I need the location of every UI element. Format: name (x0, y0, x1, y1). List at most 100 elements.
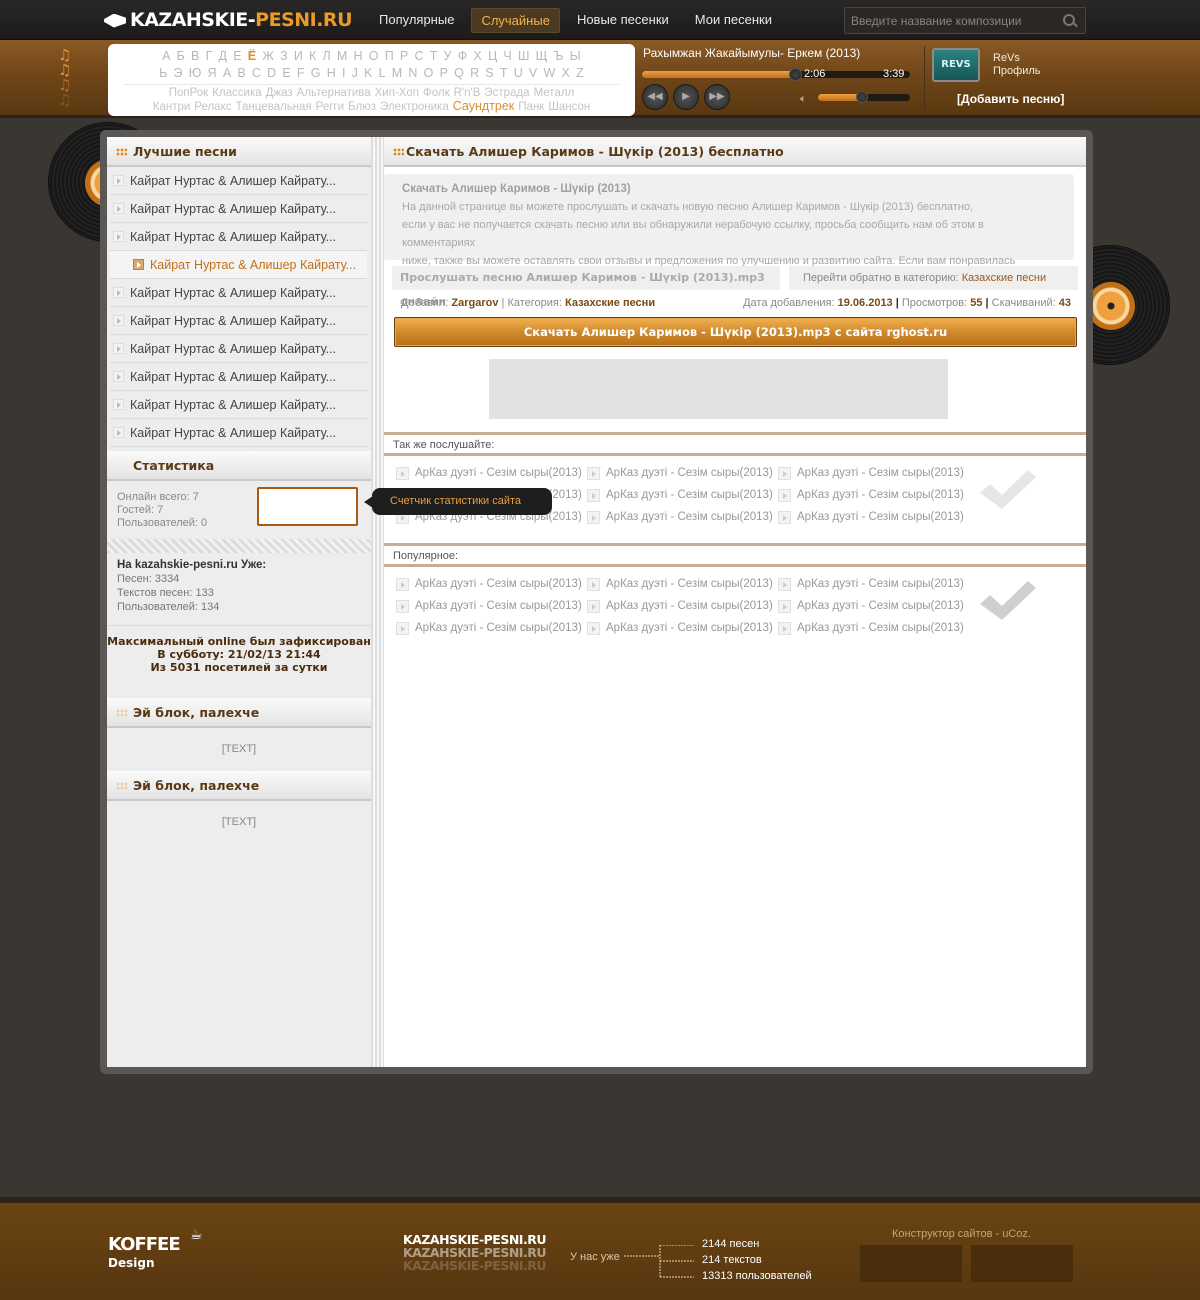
letter-link[interactable]: B (237, 66, 246, 80)
profile-link[interactable]: Профиль (993, 65, 1041, 77)
list-item[interactable]: Кайрат Нуртас & Алишер Кайрату... (110, 419, 367, 447)
list-item[interactable]: АрКаз дуэті - Сезім сыры(2013) (587, 465, 778, 482)
genre-link[interactable]: Панк (518, 101, 544, 113)
letter-link[interactable]: O (424, 66, 434, 80)
list-item[interactable]: АрКаз дуэті - Сезім сыры(2013) (778, 620, 969, 637)
list-item[interactable]: Кайрат Нуртас & Алишер Кайрату... (110, 195, 367, 223)
letter-link[interactable]: Ц (488, 49, 497, 63)
letter-link[interactable]: E (282, 66, 291, 80)
letter-link[interactable]: S (485, 66, 494, 80)
footer-logo[interactable]: KAZAHSKIE-PESNI.RU KAZAHSKIE-PESNI.RU KA… (403, 1233, 546, 1272)
genre-link[interactable]: Танцевальная (236, 101, 312, 113)
genre-link[interactable]: Шансон (548, 101, 590, 113)
list-item[interactable]: АрКаз дуэті - Сезім сыры(2013) (778, 598, 969, 615)
listen-online-button[interactable]: Прослушать песню Алишер Каримов - Шүкір … (392, 266, 780, 308)
letter-link[interactable]: Т (430, 49, 438, 63)
list-item[interactable]: АрКаз дуэті - Сезім сыры(2013) (587, 509, 778, 526)
list-item[interactable]: АрКаз дуэті - Сезім сыры(2013) (587, 620, 778, 637)
genre-link[interactable]: Электроника (380, 101, 449, 113)
letter-link[interactable]: Ъ (554, 49, 564, 63)
letter-link[interactable]: Ч (503, 49, 512, 63)
nav-popular[interactable]: Популярные (370, 8, 463, 33)
letter-link[interactable]: F (297, 66, 305, 80)
genre-link[interactable]: Хип-Хоп (375, 87, 419, 99)
letter-link[interactable]: З (280, 49, 288, 63)
footer-banner[interactable] (860, 1245, 962, 1282)
letter-link[interactable]: Ш (518, 49, 530, 63)
letter-link[interactable]: Ж (262, 49, 274, 63)
letter-link[interactable]: Щ (536, 49, 548, 63)
letter-link[interactable]: К (309, 49, 316, 63)
letter-link[interactable]: Н (354, 49, 363, 63)
genre-link[interactable]: Регги (316, 101, 344, 113)
letter-link[interactable]: I (342, 66, 346, 80)
letter-link[interactable]: Я (208, 66, 217, 80)
letter-link[interactable]: G (311, 66, 321, 80)
site-logo[interactable]: KAZAHSKIE-PESNI.RU (104, 7, 352, 33)
genre-link[interactable]: Саундтрек (453, 99, 515, 113)
letter-link[interactable]: K (364, 66, 373, 80)
uploader-link[interactable]: Zargarov (451, 297, 498, 309)
genre-link[interactable]: Фолк (423, 87, 450, 99)
search-icon[interactable] (1063, 14, 1075, 26)
letter-link[interactable]: Ю (189, 66, 202, 80)
list-item[interactable]: АрКаз дуэті - Сезім сыры(2013) (587, 487, 778, 504)
next-button[interactable]: ▶▶ (704, 84, 730, 110)
list-item[interactable]: АрКаз дуэті - Сезім сыры(2013) (778, 465, 969, 482)
letter-link[interactable]: Е (233, 49, 242, 63)
genre-link[interactable]: Блюз (348, 101, 376, 113)
list-item[interactable]: Кайрат Нуртас & Алишер Кайрату... (110, 307, 367, 335)
user-name[interactable]: ReVs (993, 52, 1020, 64)
avatar[interactable]: REVS (932, 48, 980, 82)
genre-link[interactable]: Джаз (266, 87, 293, 99)
list-item[interactable]: АрКаз дуэті - Сезім сыры(2013) (396, 465, 587, 482)
category-link[interactable]: Казахские песни (962, 272, 1046, 284)
letter-link[interactable]: У (444, 49, 452, 63)
letter-link[interactable]: L (379, 66, 386, 80)
volume-handle[interactable] (856, 91, 868, 103)
list-item[interactable]: Кайрат Нуртас & Алишер Кайрату... (110, 223, 367, 251)
download-button[interactable]: Скачать Алишер Каримов - Шүкір (2013).mp… (394, 317, 1077, 347)
letter-link[interactable]: Г (206, 49, 213, 63)
list-item[interactable]: АрКаз дуэті - Сезім сыры(2013) (396, 576, 587, 593)
letter-link[interactable]: T (500, 66, 508, 80)
list-item[interactable]: АрКаз дуэті - Сезім сыры(2013) (778, 487, 969, 504)
genre-link[interactable]: Релакс (194, 101, 231, 113)
genre-link[interactable]: Кантри (153, 101, 191, 113)
nav-random[interactable]: Случайные (471, 8, 560, 33)
letter-link[interactable]: А (162, 49, 171, 63)
progress-bar[interactable] (642, 68, 910, 81)
genre-link[interactable]: Альтернатива (297, 87, 371, 99)
list-item[interactable]: АрКаз дуэті - Сезім сыры(2013) (778, 509, 969, 526)
letter-link[interactable]: Д (219, 49, 228, 63)
letter-link[interactable]: Р (400, 49, 409, 63)
letter-link[interactable]: Ы (570, 49, 581, 63)
search-input[interactable] (845, 8, 1055, 33)
letter-link[interactable]: D (267, 66, 276, 80)
letter-link[interactable]: X (561, 66, 570, 80)
nav-new[interactable]: Новые песенки (568, 8, 678, 33)
letter-link[interactable]: Ё (248, 49, 257, 63)
list-item[interactable]: Кайрат Нуртас & Алишер Кайрату... (110, 251, 367, 279)
letter-link[interactable]: W (543, 66, 555, 80)
genre-link[interactable]: Металл (534, 87, 575, 99)
category-link[interactable]: Казахские песни (565, 297, 655, 309)
letter-link[interactable]: В (191, 49, 200, 63)
letter-link[interactable]: M (392, 66, 403, 80)
list-item[interactable]: АрКаз дуэті - Сезім сыры(2013) (587, 598, 778, 615)
prev-button[interactable]: ◀◀ (642, 84, 668, 110)
letter-link[interactable]: М (337, 49, 348, 63)
letter-link[interactable]: Э (174, 66, 183, 80)
genre-link[interactable]: ПопРок (169, 87, 208, 99)
genre-link[interactable]: R'n'B (454, 87, 481, 99)
list-item[interactable]: АрКаз дуэті - Сезім сыры(2013) (778, 576, 969, 593)
letter-link[interactable]: H (327, 66, 336, 80)
ucoz-link[interactable]: Конструктор сайтов - uCoz. (892, 1228, 1031, 1240)
letter-link[interactable]: Q (454, 66, 464, 80)
add-song-link[interactable]: [Добавить песню] (957, 92, 1064, 106)
letter-link[interactable]: U (514, 66, 523, 80)
genre-link[interactable]: Эстрада (484, 87, 529, 99)
letter-link[interactable]: R (470, 66, 479, 80)
letter-link[interactable]: A (223, 66, 232, 80)
letter-link[interactable]: О (369, 49, 379, 63)
